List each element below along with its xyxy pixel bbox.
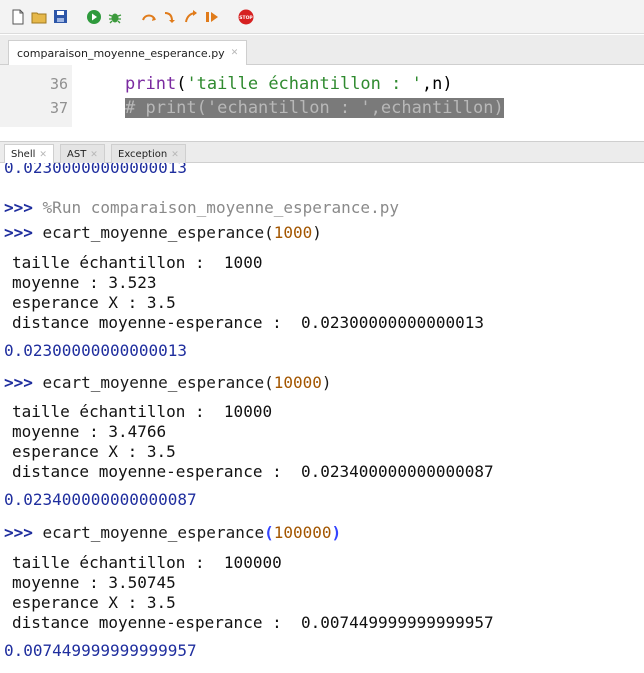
debug-icon[interactable]: [107, 9, 123, 25]
output-line: esperance X : 3.5: [12, 593, 176, 612]
prompt-line: >>> ecart_moyenne_esperance(1000): [4, 223, 322, 242]
editor-tab-bar: comparaison_moyenne_esperance.py ✕: [0, 35, 644, 65]
code-text: # print('echantillon : ',echantillon): [125, 98, 504, 118]
tab-ast[interactable]: AST ✕: [60, 144, 105, 164]
new-file-icon[interactable]: [10, 9, 26, 25]
return-value: 0.007449999999999957: [4, 641, 197, 660]
output-line: taille échantillon : 1000: [12, 253, 263, 272]
step-into-icon[interactable]: [162, 9, 178, 25]
output-line: distance moyenne-esperance : 0.023400000…: [12, 462, 494, 481]
line-number: 37: [49, 99, 68, 117]
output-line: esperance X : 3.5: [12, 293, 176, 312]
code-line: 36 print('taille échantillon : ',n): [0, 71, 644, 97]
output-line: taille échantillon : 10000: [12, 402, 273, 421]
svg-text:STOP: STOP: [239, 15, 253, 21]
resume-icon[interactable]: [204, 9, 220, 25]
step-over-icon[interactable]: [141, 9, 157, 25]
prompt-line: >>> %Run comparaison_moyenne_esperance.p…: [4, 198, 399, 217]
output-line: esperance X : 3.5: [12, 442, 176, 461]
editor-tab-file[interactable]: comparaison_moyenne_esperance.py ✕: [8, 40, 248, 65]
code-text: print('taille échantillon : ',n): [125, 74, 453, 94]
output-line: moyenne : 3.523: [12, 273, 157, 292]
output-line: moyenne : 3.50745: [12, 573, 176, 592]
save-icon[interactable]: [52, 9, 68, 25]
close-icon[interactable]: ✕: [39, 150, 47, 160]
shell-console[interactable]: 0.02300000000000013 >>> %Run comparaison…: [0, 163, 644, 673]
output-line: moyenne : 3.4766: [12, 422, 167, 441]
run-icon[interactable]: [86, 9, 102, 25]
editor-tab-label: comparaison_moyenne_esperance.py: [17, 46, 225, 60]
output-line: taille échantillon : 100000: [12, 553, 282, 572]
return-value: 0.023400000000000087: [4, 490, 197, 509]
close-icon[interactable]: ✕: [171, 150, 179, 160]
open-folder-icon[interactable]: [31, 9, 47, 25]
prompt-line: >>> ecart_moyenne_esperance(10000): [4, 373, 332, 392]
prompt-line: >>> ecart_moyenne_esperance(100000): [4, 523, 342, 542]
step-out-icon[interactable]: [183, 9, 199, 25]
line-number: 36: [49, 75, 68, 93]
toolbar: STOP: [0, 0, 644, 34]
tab-exception[interactable]: Exception ✕: [111, 144, 186, 164]
output-line: distance moyenne-esperance : 0.007449999…: [12, 613, 494, 632]
stop-icon[interactable]: STOP: [238, 9, 254, 25]
return-value: 0.02300000000000013: [4, 163, 188, 177]
code-line: 37 # print('echantillon : ',echantillon): [0, 95, 644, 121]
output-line: distance moyenne-esperance : 0.023000000…: [12, 313, 485, 332]
tab-shell[interactable]: Shell ✕: [4, 144, 54, 164]
close-icon[interactable]: ✕: [90, 150, 98, 160]
close-icon[interactable]: ✕: [231, 48, 239, 58]
return-value: 0.02300000000000013: [4, 341, 188, 360]
code-editor[interactable]: 36 print('taille échantillon : ',n) 37 #…: [0, 65, 644, 127]
shell-tab-bar: Shell ✕ AST ✕ Exception ✕: [0, 141, 644, 164]
